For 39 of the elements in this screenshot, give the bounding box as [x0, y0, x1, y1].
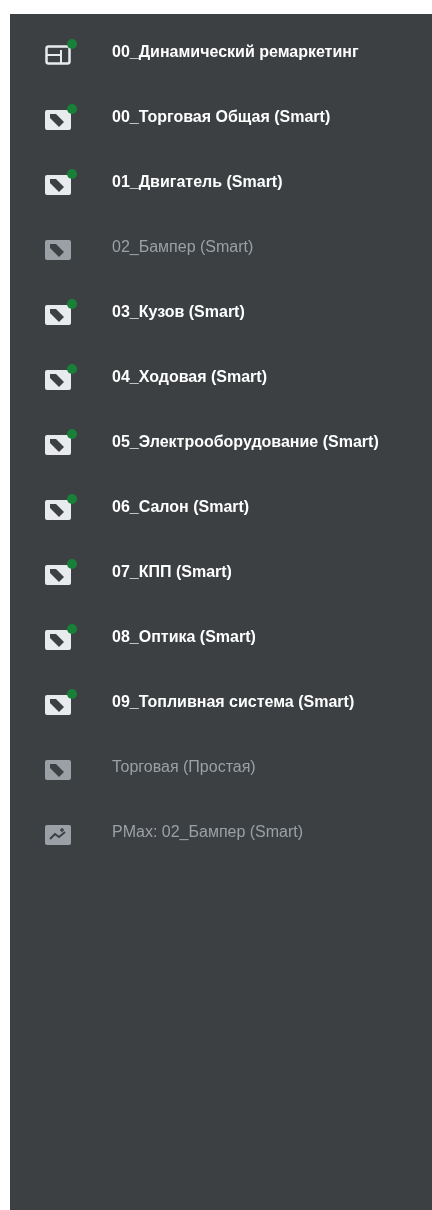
tag-icon — [45, 630, 71, 650]
tag-icon — [45, 370, 71, 390]
campaign-name: 09_Топливная система (Smart) — [112, 692, 356, 712]
campaign-name: 03_Кузов (Smart) — [112, 302, 246, 322]
tag-icon — [45, 500, 71, 520]
campaign-item[interactable]: 08_Оптика (Smart) — [10, 611, 432, 676]
campaign-name: 00_Динамический ремаркетинг — [112, 42, 360, 62]
campaign-name: 07_КПП (Smart) — [112, 562, 233, 582]
tag-icon — [45, 435, 71, 455]
campaign-name: 05_Электрооборудование (Smart) — [112, 432, 380, 452]
campaign-item[interactable]: 07_КПП (Smart) — [10, 546, 432, 611]
campaign-item[interactable]: 04_Ходовая (Smart) — [10, 351, 432, 416]
tag-icon — [45, 240, 71, 260]
tag-icon — [45, 305, 71, 325]
tag-icon — [45, 175, 71, 195]
campaign-name: 00_Торговая Общая (Smart) — [112, 107, 332, 127]
campaign-item[interactable]: 05_Электрооборудование (Smart) — [10, 416, 432, 481]
tag-icon — [45, 110, 71, 130]
campaign-item[interactable]: 00_Динамический ремаркетинг — [10, 26, 432, 91]
campaign-item[interactable]: PMax: 02_Бампер (Smart) — [10, 806, 432, 871]
campaign-name: 08_Оптика (Smart) — [112, 627, 257, 647]
campaign-item[interactable]: 09_Топливная система (Smart) — [10, 676, 432, 741]
tag-icon — [45, 760, 71, 780]
campaign-name: 04_Ходовая (Smart) — [112, 367, 268, 387]
campaign-name: PMax: 02_Бампер (Smart) — [112, 822, 305, 842]
campaign-item[interactable]: 01_Двигатель (Smart) — [10, 156, 432, 221]
campaign-item[interactable]: 06_Салон (Smart) — [10, 481, 432, 546]
campaign-item[interactable]: Торговая (Простая) — [10, 741, 432, 806]
tag-icon — [45, 695, 71, 715]
campaign-name: 01_Двигатель (Smart) — [112, 172, 284, 192]
campaign-name: 02_Бампер (Smart) — [112, 237, 255, 257]
layout-icon — [45, 45, 71, 65]
campaign-item[interactable]: 00_Торговая Общая (Smart) — [10, 91, 432, 156]
campaign-item[interactable]: 03_Кузов (Smart) — [10, 286, 432, 351]
tag-icon — [45, 565, 71, 585]
campaign-item[interactable]: 02_Бампер (Smart) — [10, 221, 432, 286]
campaign-name: 06_Салон (Smart) — [112, 497, 251, 517]
trend-icon — [45, 825, 71, 845]
campaign-name: Торговая (Простая) — [112, 757, 257, 777]
